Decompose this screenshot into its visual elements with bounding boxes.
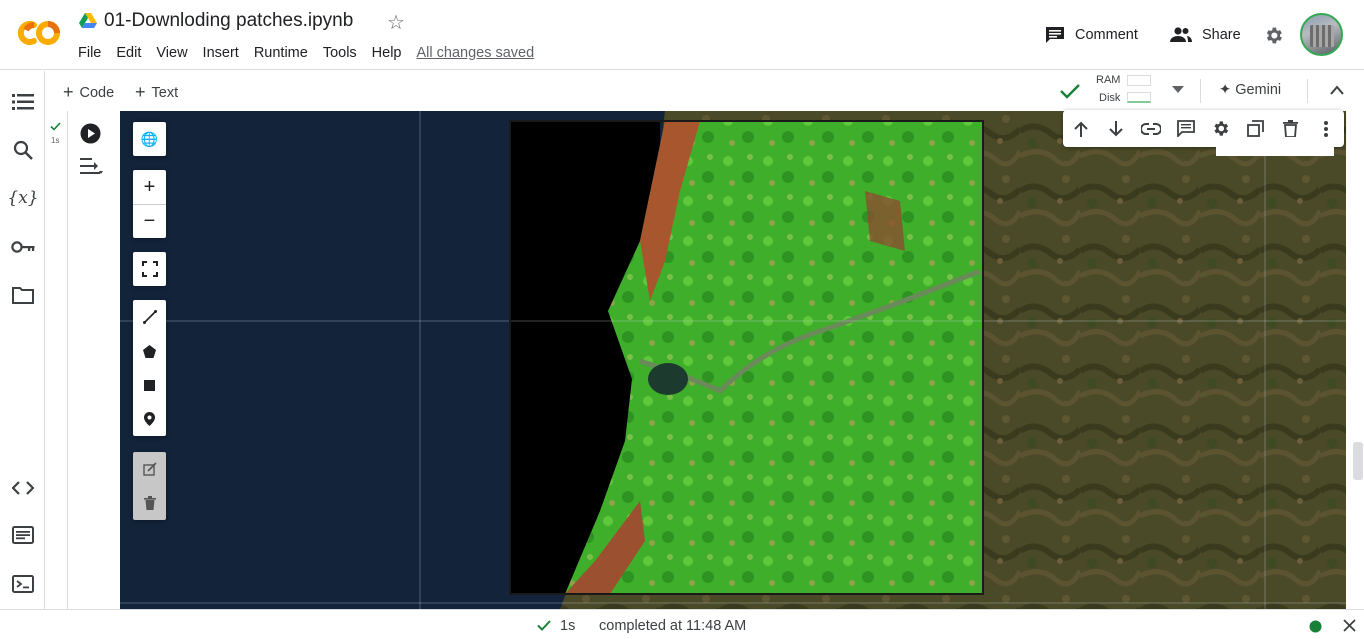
menu-edit[interactable]: Edit [116,45,141,61]
mirror-cell-icon[interactable] [1238,110,1273,147]
add-comment-icon[interactable] [1168,110,1203,147]
draw-rectangle-icon[interactable] [133,368,166,402]
run-cell-icon[interactable] [80,123,101,144]
colab-logo[interactable] [14,16,64,50]
comment-button[interactable]: Comment [1045,24,1138,46]
close-icon[interactable] [1343,619,1356,632]
zoom-control: + − [133,170,166,238]
table-of-contents-icon[interactable] [11,90,35,114]
share-label: Share [1202,27,1241,43]
google-drive-icon[interactable] [79,13,97,29]
toolbar-divider [1200,79,1201,103]
menu-runtime[interactable]: Runtime [254,45,308,61]
command-palette-icon[interactable] [11,523,35,547]
comment-icon [1046,27,1064,43]
comment-label: Comment [1075,27,1138,43]
menu-insert[interactable]: Insert [203,45,239,61]
fullscreen-control[interactable] [133,252,166,286]
output-actions-icon[interactable] [80,156,104,176]
draw-polyline-icon[interactable] [133,300,166,334]
satellite-map[interactable] [120,111,1346,609]
cell-exec-time: 1s [51,136,60,145]
left-sidebar: {𝑥} [0,71,45,609]
code-snippets-icon[interactable] [11,476,35,500]
ram-usage-bar[interactable] [1127,75,1151,86]
status-completed-text: completed at 11:48 AM [599,618,747,634]
status-duration: 1s [560,618,576,634]
menu-view[interactable]: View [156,45,187,61]
gear-icon[interactable] [1263,25,1284,46]
add-code-button[interactable]: + Code [63,82,114,103]
gemini-button[interactable]: ✦ Gemini [1219,82,1281,98]
status-bar: 1s completed at 11:48 AM [0,609,1364,639]
vertical-scrollbar[interactable] [1347,111,1364,609]
header-bar: 01-Downloding patches.ipynb ☆ File Edit … [0,0,1364,70]
ram-label: RAM [1096,74,1121,86]
status-check-icon [537,620,551,631]
layers-control[interactable]: 🌐 [133,122,166,156]
add-code-label: Code [79,85,115,101]
delete-cell-icon[interactable] [1273,110,1308,147]
runtime-dropdown-icon[interactable] [1172,86,1184,94]
toolbar-shadow-strip [1216,146,1334,156]
toolbar-divider [1307,79,1308,103]
save-status-link[interactable]: All changes saved [417,45,535,61]
exec-success-check-icon [50,122,61,131]
variables-icon[interactable]: {𝑥} [7,186,38,210]
sparkle-icon: ✦ [1219,82,1232,98]
zoom-in-button[interactable]: + [133,170,166,204]
cell-gutter [46,111,68,609]
share-button[interactable]: Share [1170,24,1241,46]
edit-layers-icon[interactable] [133,452,166,486]
cell-settings-gear-icon[interactable] [1203,110,1238,147]
draw-marker-icon[interactable] [133,402,166,436]
scrollbar-thumb[interactable] [1353,442,1363,480]
folder-icon[interactable] [11,283,35,307]
cell-controls [68,111,120,609]
disk-usage-bar[interactable] [1127,92,1151,103]
user-avatar[interactable] [1300,13,1343,56]
fullscreen-icon[interactable] [133,252,166,286]
connected-check-icon [1060,84,1080,99]
link-icon[interactable] [1133,110,1168,147]
cell-toolbar [1063,110,1344,147]
add-text-label: Text [151,85,179,101]
draw-toolbar [133,300,166,436]
terminal-icon[interactable] [11,572,35,596]
menu-tools[interactable]: Tools [323,45,357,61]
zoom-out-button[interactable]: − [133,204,166,238]
more-options-icon[interactable] [1308,110,1343,147]
menu-file[interactable]: File [78,45,101,61]
edit-toolbar [133,452,166,520]
notebook-title[interactable]: 01-Downloding patches.ipynb [104,10,353,32]
key-icon[interactable] [11,235,35,259]
menu-bar: File Edit View Insert Runtime Tools Help… [78,45,549,61]
runtime-status-dot-icon [1309,620,1322,633]
menu-help[interactable]: Help [372,45,402,61]
delete-layers-icon[interactable] [133,486,166,520]
move-cell-down-icon[interactable] [1098,110,1133,147]
add-text-button[interactable]: + Text [135,82,178,103]
search-icon[interactable] [11,138,35,162]
people-icon [1170,27,1192,42]
draw-polygon-icon[interactable] [133,334,166,368]
notebook-toolbar: + Code + Text RAM Disk ✦ Gemini [46,71,1364,111]
gemini-label: Gemini [1235,82,1282,98]
globe-icon[interactable]: 🌐 [133,122,166,156]
collapse-chevron-up-icon[interactable] [1330,85,1344,95]
map-output[interactable]: 🌐 + − [120,111,1346,609]
disk-label: Disk [1099,92,1121,104]
star-icon[interactable]: ☆ [387,10,405,35]
move-cell-up-icon[interactable] [1063,110,1098,147]
